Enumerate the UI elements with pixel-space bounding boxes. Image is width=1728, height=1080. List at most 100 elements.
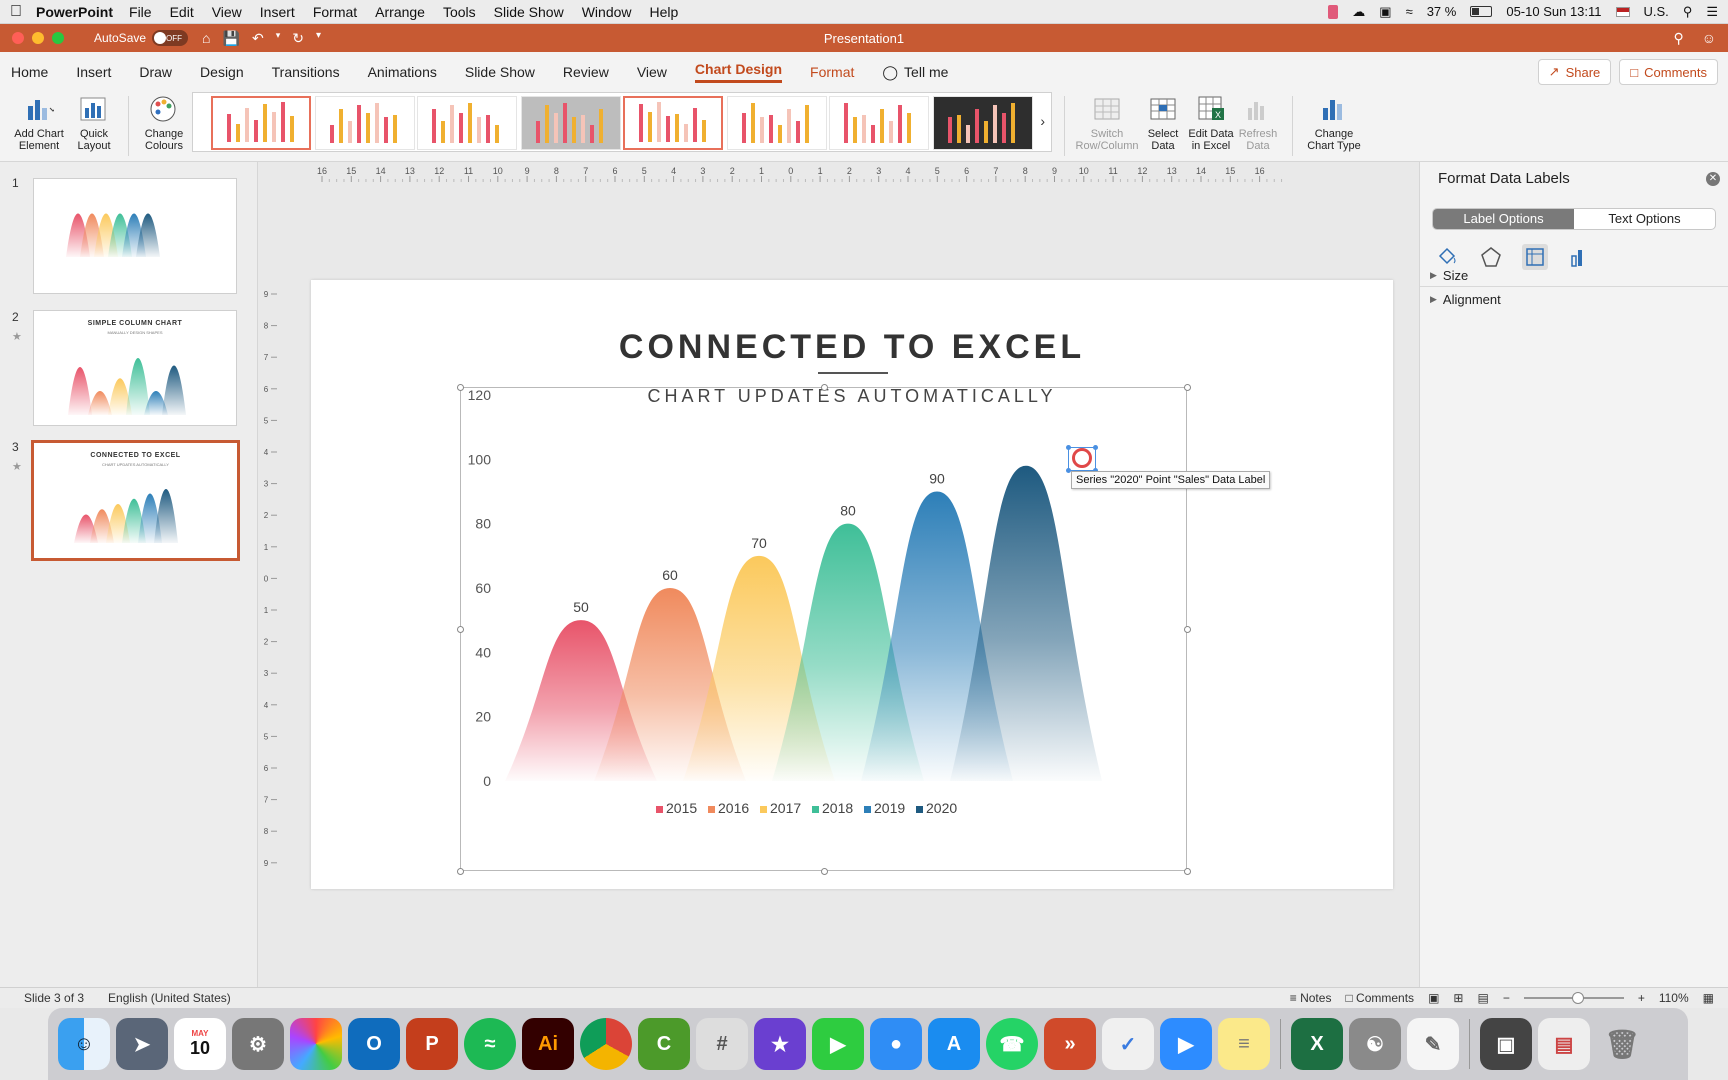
tab-draw[interactable]: Draw <box>139 64 172 80</box>
notes-button[interactable]: ≡ Notes <box>1290 991 1332 1005</box>
change-chart-type-button[interactable]: Change Chart Type <box>1300 94 1368 152</box>
presenter-view-icon[interactable]: ▤ <box>1477 991 1488 1005</box>
resize-handle[interactable] <box>1184 384 1191 391</box>
flag-icon[interactable] <box>1615 6 1630 17</box>
share-button[interactable]: ↗ Share <box>1537 59 1612 85</box>
pentagon-effects-icon[interactable] <box>1478 244 1504 270</box>
legend-entry[interactable]: 2020 <box>926 800 957 816</box>
resize-handle[interactable] <box>821 384 828 391</box>
chevron-down-icon[interactable]: ▾ <box>276 30 281 47</box>
switch-row-column-button[interactable]: Switch Row/Column <box>1072 94 1142 152</box>
facetime-icon[interactable]: ▶ <box>812 1018 864 1070</box>
customize-toolbar-icon[interactable]: ▾ <box>316 30 321 47</box>
size-properties-icon[interactable] <box>1522 244 1548 270</box>
bar-chart-options-icon[interactable] <box>1566 244 1592 270</box>
tell-me-box[interactable]: ◯ Tell me <box>882 64 948 81</box>
home-icon[interactable]: ⌂ <box>202 30 210 47</box>
section-alignment[interactable]: ▶ Alignment <box>1430 292 1501 307</box>
resize-handle[interactable] <box>457 626 464 633</box>
resize-handle[interactable] <box>457 384 464 391</box>
slide-sorter-icon[interactable]: ⊞ <box>1453 991 1463 1005</box>
edit-data-in-excel-button[interactable]: X Edit Data in Excel <box>1186 94 1236 152</box>
change-colours-button[interactable]: Change Colours <box>136 94 192 152</box>
menu-format[interactable]: Format <box>313 4 357 20</box>
tasks-icon[interactable]: ✓ <box>1102 1018 1154 1070</box>
zoom-out-icon[interactable]: − <box>1503 991 1510 1005</box>
chrome-icon[interactable] <box>580 1018 632 1070</box>
display-icon[interactable]: ▣ <box>1379 4 1391 20</box>
undo-icon[interactable]: ↶ <box>252 30 264 47</box>
current-slide[interactable]: CONNECTED TO EXCEL CHART UPDATES AUTOMAT… <box>311 280 1393 889</box>
quick-layout-button[interactable]: Quick Layout <box>70 94 118 152</box>
tab-animations[interactable]: Animations <box>368 64 437 80</box>
app-menu[interactable]: PowerPoint <box>36 4 113 20</box>
zoom-slider[interactable] <box>1523 992 1624 1004</box>
data-label[interactable]: 90 <box>929 471 945 487</box>
chart-style-4[interactable] <box>521 96 621 150</box>
apple-menu-icon[interactable]:  <box>10 3 36 21</box>
chart-style-5[interactable] <box>623 96 723 150</box>
legend-entry[interactable]: 2019 <box>874 800 905 816</box>
chart-style-2[interactable] <box>315 96 415 150</box>
screen-record-icon[interactable] <box>1328 4 1339 19</box>
menu-help[interactable]: Help <box>650 4 679 20</box>
messages-icon[interactable]: ● <box>870 1018 922 1070</box>
account-icon[interactable]: ☺ <box>1702 30 1716 47</box>
menu-view[interactable]: View <box>212 4 242 20</box>
menu-window[interactable]: Window <box>582 4 632 20</box>
comments-button[interactable]: □ Comments <box>1619 59 1718 85</box>
legend-entry[interactable]: 2016 <box>718 800 749 816</box>
save-icon[interactable]: 💾 <box>223 30 240 47</box>
data-label[interactable]: 70 <box>751 535 767 551</box>
normal-view-icon[interactable]: ▣ <box>1428 991 1439 1005</box>
menu-edit[interactable]: Edit <box>170 4 194 20</box>
slide-thumbnail-1[interactable] <box>33 178 237 294</box>
cloud-icon[interactable]: ☁ <box>1352 4 1365 20</box>
tab-review[interactable]: Review <box>563 64 609 80</box>
camtasia-icon[interactable]: C <box>638 1018 690 1070</box>
legend-entry[interactable]: 2018 <box>822 800 853 816</box>
excel-icon[interactable]: X <box>1291 1018 1343 1070</box>
legend-entry[interactable]: 2017 <box>770 800 801 816</box>
photos-icon[interactable] <box>290 1018 342 1070</box>
chart-style-7[interactable] <box>829 96 929 150</box>
calendar-icon[interactable]: MAY 10 <box>174 1018 226 1070</box>
autosave-toggle[interactable]: OFF <box>152 30 189 46</box>
selection-dot[interactable] <box>1066 445 1071 450</box>
app-store-icon[interactable]: A <box>928 1018 980 1070</box>
tab-design[interactable]: Design <box>200 64 244 80</box>
remote-desktop-icon[interactable]: » <box>1044 1018 1096 1070</box>
slide-title[interactable]: CONNECTED TO EXCEL <box>311 328 1393 367</box>
section-size[interactable]: ▶ Size <box>1430 268 1468 283</box>
search-icon[interactable]: ⚲ <box>1673 30 1683 47</box>
fill-bucket-icon[interactable] <box>1434 244 1460 270</box>
battery-icon[interactable] <box>1470 6 1493 17</box>
system-preferences-icon[interactable]: ⚙ <box>232 1018 284 1070</box>
menu-tools[interactable]: Tools <box>443 4 476 20</box>
minimized-presentation-icon[interactable]: ▤ <box>1538 1018 1590 1070</box>
control-center-icon[interactable]: ☰ <box>1706 4 1718 20</box>
refresh-data-button[interactable]: Refresh Data <box>1236 94 1280 152</box>
clock[interactable]: 05-10 Sun 13:11 <box>1506 4 1601 19</box>
zoom-level[interactable]: 110% <box>1659 991 1689 1005</box>
tab-view[interactable]: View <box>637 64 667 80</box>
zoom-in-icon[interactable]: + <box>1638 991 1645 1005</box>
redo-icon[interactable]: ↻ <box>292 30 304 47</box>
language-indicator[interactable]: English (United States) <box>108 991 231 1005</box>
slide-thumbnail-3[interactable]: CONNECTED TO EXCEL CHART UPDATES AUTOMAT… <box>31 440 240 561</box>
zoom-window-button[interactable] <box>52 32 64 44</box>
tab-format[interactable]: Format <box>810 64 854 80</box>
add-chart-element-button[interactable]: Add Chart Element <box>8 94 70 152</box>
fit-to-window-icon[interactable]: ▦ <box>1703 991 1714 1005</box>
notes-app-icon[interactable]: ≡ <box>1218 1018 1270 1070</box>
menu-insert[interactable]: Insert <box>260 4 295 20</box>
data-label[interactable]: 60 <box>662 567 678 583</box>
resize-handle[interactable] <box>821 868 828 875</box>
menu-slide-show[interactable]: Slide Show <box>494 4 564 20</box>
outlook-icon[interactable]: O <box>348 1018 400 1070</box>
imovie-icon[interactable]: ★ <box>754 1018 806 1070</box>
calculator-icon[interactable]: # <box>696 1018 748 1070</box>
resize-handle[interactable] <box>457 868 464 875</box>
minimized-window-icon[interactable]: ▣ <box>1480 1018 1532 1070</box>
tab-insert[interactable]: Insert <box>76 64 111 80</box>
